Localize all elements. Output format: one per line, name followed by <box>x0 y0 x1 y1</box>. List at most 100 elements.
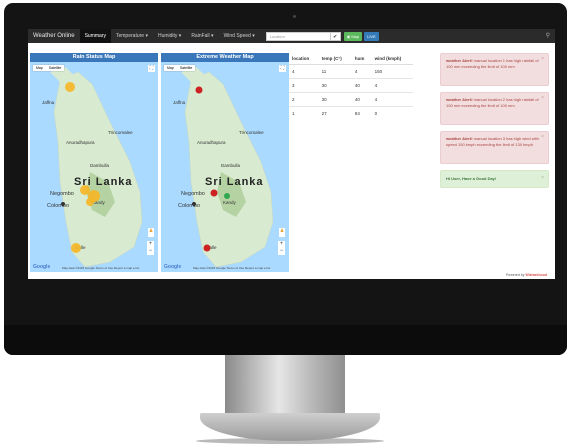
weather-alert: weather Alert! manual location 1 has hig… <box>440 53 549 86</box>
table-cell: 27 <box>318 106 352 120</box>
powered-by: Powered by Wiztaskhood <box>505 273 547 277</box>
table-cell: 11 <box>318 64 352 79</box>
table-cell: 2 <box>289 92 319 107</box>
map-label-anuradhapura: Anuradhapura <box>66 140 95 145</box>
alert-title: weather Alert! <box>446 97 473 102</box>
table-cell: 4 <box>371 78 413 93</box>
map-label-galle: Galle <box>206 245 217 250</box>
greeting-text: Hi User, Have a Good Day! <box>446 176 497 181</box>
col-temp: temp (C°) <box>318 53 352 65</box>
nav-temperature[interactable]: Temperature ▾ <box>111 29 153 43</box>
table-cell: 4 <box>289 64 319 79</box>
alert-title: weather Alert! <box>446 58 473 63</box>
street-view-pegman-icon[interactable]: ♟ <box>148 228 154 237</box>
col-location: location <box>289 53 319 65</box>
table-row: 3 30 40 4 <box>289 78 413 93</box>
street-view-pegman-icon[interactable]: ♟ <box>279 228 285 237</box>
table-row: 1 27 84 0 <box>289 106 413 120</box>
map-label-country: Sri Lanka <box>205 176 264 188</box>
webcam <box>293 15 296 18</box>
rain-status-map[interactable]: Map Satellite ⛶ Jaffna Anuradhapura Trin… <box>30 62 158 272</box>
screen: Weather Online Summary Temperature ▾ Hum… <box>28 29 555 279</box>
close-icon[interactable]: × <box>541 134 544 141</box>
nav-summary[interactable]: Summary <box>79 29 111 43</box>
col-wind: wind (kmph) <box>371 53 413 65</box>
map-label-dambulla: Dambulla <box>221 163 241 168</box>
monitor-chin <box>4 325 567 355</box>
footer-brand[interactable]: Wiztaskhood <box>525 273 547 277</box>
live-button[interactable]: LIVE <box>364 31 379 41</box>
zoom-in-icon[interactable]: + <box>278 241 285 248</box>
map-type-map[interactable]: Map <box>164 65 177 71</box>
table-cell: 84 <box>351 106 372 120</box>
close-icon[interactable]: × <box>541 174 544 182</box>
table-cell: 3 <box>289 78 319 93</box>
map-label-negombo: Negombo <box>50 191 74 197</box>
extreme-weather-panel: Extreme Weather Map Map Satellite ⛶ Jaff… <box>161 53 289 272</box>
map-attribution[interactable]: Map data ©2018 Google Terms of Use Repor… <box>193 266 270 270</box>
map-label-trincomalee: Trincomalee <box>108 130 133 135</box>
map-label-jaffna: Jaffna <box>173 100 186 105</box>
rain-status-title: Rain Status Map <box>30 53 158 62</box>
map-type-toggle[interactable]: Map Satellite <box>33 65 65 71</box>
map-label-trincomalee: Trincomalee <box>239 130 264 135</box>
nav-wind-speed[interactable]: Wind Speed ▾ <box>219 29 260 43</box>
map-label-country: Sri Lanka <box>74 176 133 188</box>
location-input[interactable]: Location <box>265 31 331 41</box>
fullscreen-icon[interactable]: ⛶ <box>279 65 286 72</box>
fullscreen-icon[interactable]: ⛶ <box>148 65 155 72</box>
table-cell: 150 <box>371 64 413 79</box>
weather-table: location temp (C°) hum wind (kmph) 4 11 … <box>289 53 413 120</box>
map-label-jaffna: Jaffna <box>42 100 55 105</box>
monitor-stand-base <box>200 413 380 441</box>
col-hum: hum <box>351 53 372 65</box>
table-cell: 40 <box>351 92 372 107</box>
table-cell: 40 <box>351 78 372 93</box>
table-cell: 0 <box>371 106 413 120</box>
zoom-out-icon[interactable]: − <box>147 248 154 255</box>
google-logo: Google <box>33 264 51 270</box>
table-cell: 1 <box>289 106 319 120</box>
rain-status-panel: Rain Status Map Map Satellite ⛶ Jaffna A… <box>30 53 158 272</box>
nav-rainfall[interactable]: RainFall ▾ <box>186 29 218 43</box>
zoom-in-icon[interactable]: + <box>147 241 154 248</box>
map-type-toggle[interactable]: Map Satellite <box>164 65 196 71</box>
table-header-row: location temp (C°) hum wind (kmph) <box>289 53 413 65</box>
extreme-weather-title: Extreme Weather Map <box>161 53 289 62</box>
map-type-satellite[interactable]: Satellite <box>46 65 64 71</box>
map-label-colombo: Colombo <box>47 203 70 209</box>
map-label-dambulla: Dambulla <box>90 163 110 168</box>
table-cell: 4 <box>351 64 372 79</box>
location-pin-icon[interactable]: ⚲ <box>546 32 550 39</box>
monitor-stand-neck <box>225 355 345 417</box>
map-type-map[interactable]: Map <box>33 65 46 71</box>
table-cell: 30 <box>318 92 352 107</box>
map-label-colombo: Colombo <box>178 203 201 209</box>
brand[interactable]: Weather Online <box>28 33 80 39</box>
map-label-anuradhapura: Anuradhapura <box>197 140 226 145</box>
map-label-kandy: Kandy <box>92 200 105 205</box>
table-row: 2 30 40 4 <box>289 92 413 107</box>
table-row: 4 11 4 150 <box>289 64 413 79</box>
weather-alert: weather Alert! manual location 3 has hig… <box>440 131 549 164</box>
zoom-controls[interactable]: + − <box>278 241 285 255</box>
checkmark-icon[interactable]: ✔ <box>330 31 341 41</box>
map-label-negombo: Negombo <box>181 191 205 197</box>
zoom-controls[interactable]: + − <box>147 241 154 255</box>
map-button[interactable]: ◉ Map <box>343 31 363 41</box>
weather-alert: weather Alert! manual location 2 has hig… <box>440 92 549 125</box>
table-cell: 30 <box>318 78 352 93</box>
alert-title: weather Alert! <box>446 136 473 141</box>
extreme-weather-map[interactable]: Map Satellite ⛶ Jaffna Anuradhapura Trin… <box>161 62 289 272</box>
table-cell: 4 <box>371 92 413 107</box>
greeting-alert: Hi User, Have a Good Day! × <box>440 170 549 188</box>
map-label-galle: Galle <box>75 245 86 250</box>
map-label-kandy: Kandy <box>223 200 236 205</box>
navbar: Weather Online Summary Temperature ▾ Hum… <box>28 29 555 43</box>
close-icon[interactable]: × <box>541 95 544 102</box>
close-icon[interactable]: × <box>541 56 544 63</box>
nav-humidity[interactable]: Humidity ▾ <box>153 29 186 43</box>
map-attribution[interactable]: Map data ©2018 Google Terms of Use Repor… <box>62 266 139 270</box>
zoom-out-icon[interactable]: − <box>278 248 285 255</box>
map-type-satellite[interactable]: Satellite <box>177 65 195 71</box>
